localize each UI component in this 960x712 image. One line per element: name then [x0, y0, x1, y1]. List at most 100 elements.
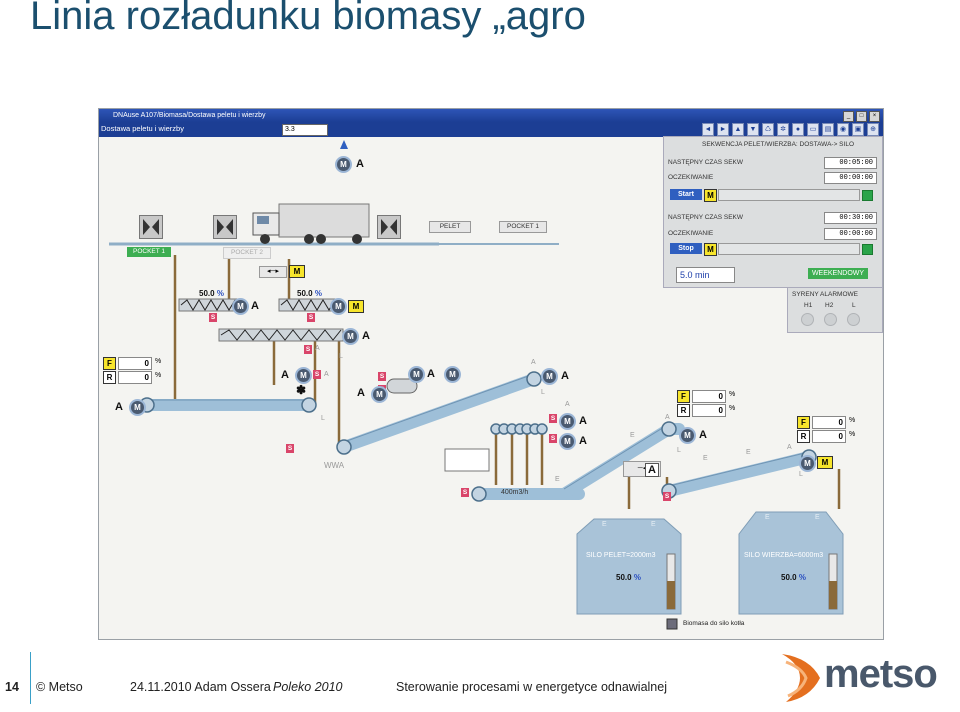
footer-event: Poleko 2010	[273, 680, 343, 694]
siren-h2-label: H2	[825, 302, 834, 309]
belt5-e-label: E	[555, 476, 560, 483]
legend-label: Biomasa do silo kotła	[683, 620, 745, 627]
truck-mode[interactable]: M	[289, 265, 305, 278]
interval-input[interactable]: 5.0 min	[676, 267, 735, 283]
next-time-value-1[interactable]: 00:05:00	[824, 157, 877, 169]
hopper-box	[444, 448, 490, 472]
up-arrow-icon	[340, 140, 348, 149]
belt6-a-label: A	[665, 414, 670, 421]
belt6-status: S	[663, 492, 671, 501]
belt1-motor[interactable]: M	[129, 399, 146, 416]
silo-wierzba-percent: 50.0 %	[781, 573, 806, 582]
wait-label-1: OCZEKIWANIE	[668, 174, 714, 181]
pocket1-tag[interactable]: POCKET 1	[127, 247, 171, 257]
hatch-valve-1[interactable]	[139, 215, 163, 239]
pelet-button[interactable]: PELET	[429, 221, 471, 233]
gate1-mode: A	[579, 415, 587, 427]
silo-wierzba-label: SILO WIERZBA=6000m3	[744, 552, 824, 559]
mid-f-label: F	[677, 390, 690, 403]
sirens-panel: SYRENY ALARMOWE H1 H2 L	[787, 287, 883, 333]
hatch-valve-2[interactable]	[213, 215, 237, 239]
mid-fr-box: F 0 % R 0 %	[677, 390, 739, 417]
belt2-mode: A	[281, 369, 289, 381]
right-r-value[interactable]: 0	[812, 430, 846, 443]
screw-motor[interactable]: M	[342, 328, 359, 345]
next-time-value-2[interactable]: 00:30:00	[824, 212, 877, 224]
conveyor-capacity-label: 400m3/h	[501, 489, 529, 496]
feeder1-percent: 50.0 %	[199, 289, 224, 298]
belt6-mode: A	[699, 429, 707, 441]
next-time-label-2: NASTĘPNY CZAS SEKW	[668, 214, 744, 221]
arrow-lr-icon: ◂─▸	[259, 266, 287, 278]
footer-topic: Sterowanie procesami w energetyce odnawi…	[396, 680, 667, 694]
silo2-e2: E	[815, 514, 820, 521]
drive-motor[interactable]: M	[371, 386, 388, 403]
siren-l-label: L	[852, 302, 856, 309]
mid-r-value[interactable]: 0	[692, 404, 726, 417]
interval-unit: min	[695, 270, 710, 280]
screw-mode: A	[362, 330, 370, 342]
diverter-mode: A	[645, 463, 659, 477]
belt3-mode: A	[427, 368, 435, 380]
belt3-motor-1[interactable]: M	[408, 366, 425, 383]
right-r-label: R	[797, 430, 810, 443]
silo2-e1: E	[765, 514, 770, 521]
left-f-unit: %	[155, 358, 162, 365]
left-r-unit: %	[155, 372, 162, 379]
start-mode[interactable]: M	[704, 189, 717, 202]
pocket2-tag[interactable]: POCKET 2	[223, 247, 271, 259]
left-f-value[interactable]: 0	[118, 357, 152, 370]
left-r-value[interactable]: 0	[118, 371, 152, 384]
belt2-status: S	[313, 370, 321, 379]
feeder2-status: S	[307, 313, 315, 322]
siren-l-lamp	[847, 313, 860, 326]
start-button[interactable]: Start	[670, 189, 702, 200]
siren-h1-label: H1	[804, 302, 813, 309]
stop-button[interactable]: Stop	[670, 243, 702, 254]
drive-mode: A	[357, 387, 365, 399]
belt7-l-label: L	[799, 471, 803, 478]
wait-value-2: 00:00:00	[824, 228, 877, 240]
belt2-motor[interactable]: M	[295, 367, 312, 384]
legend-swatch	[666, 618, 678, 630]
belt6-motor[interactable]: M	[679, 427, 696, 444]
hatch-valve-3[interactable]	[377, 215, 401, 239]
weekend-button[interactable]: WEEKENDOWY	[808, 268, 868, 279]
stop-mode[interactable]: M	[704, 243, 717, 256]
gate2-mode: A	[579, 435, 587, 447]
mid-r-label: R	[677, 404, 690, 417]
wwa-label: WWA	[324, 461, 345, 470]
feeder1-motor[interactable]: M	[232, 298, 249, 315]
wait-label-2: OCZEKIWANIE	[668, 230, 714, 237]
gate1-motor[interactable]: M	[559, 413, 576, 430]
stop-progress-bar	[718, 243, 860, 255]
mid-f-value[interactable]: 0	[692, 390, 726, 403]
next-time-label-1: NASTĘPNY CZAS SEKW	[668, 159, 744, 166]
gate2-status: S	[549, 434, 557, 443]
belt4-motor[interactable]: M	[541, 368, 558, 385]
top-motor[interactable]: M	[335, 156, 352, 173]
right-f-label: F	[797, 416, 810, 429]
sequence-header: SEKWENCJA PELET/WIERZBA: DOSTAWA-> SILO	[702, 141, 854, 148]
pocket1-button[interactable]: POCKET 1	[499, 221, 547, 233]
interval-value: 5.0	[680, 270, 693, 280]
left-r-label: R	[103, 371, 116, 384]
right-f-value[interactable]: 0	[812, 416, 846, 429]
belt1-mode: A	[115, 401, 123, 413]
right-r-unit: %	[849, 431, 856, 438]
mid-f-unit: %	[729, 391, 736, 398]
silo-wierzba	[738, 511, 844, 615]
belt7-motor[interactable]: M	[799, 455, 816, 472]
mid-r-unit: %	[729, 405, 736, 412]
belt6-e2-label: E	[703, 455, 708, 462]
siren-h1-lamp	[801, 313, 814, 326]
gate2-motor[interactable]: M	[559, 433, 576, 450]
footer-divider	[30, 652, 31, 704]
fan-icon: ✽	[296, 383, 307, 397]
belt2-low-status: S	[286, 444, 294, 453]
feeder2-motor[interactable]: M	[330, 298, 347, 315]
footer-date-author: 24.11.2010 Adam Ossera	[130, 680, 271, 694]
feeder2-mode[interactable]: M	[348, 300, 364, 313]
belt3-motor-2[interactable]: M	[444, 366, 461, 383]
belt7-mode[interactable]: M	[817, 456, 833, 469]
